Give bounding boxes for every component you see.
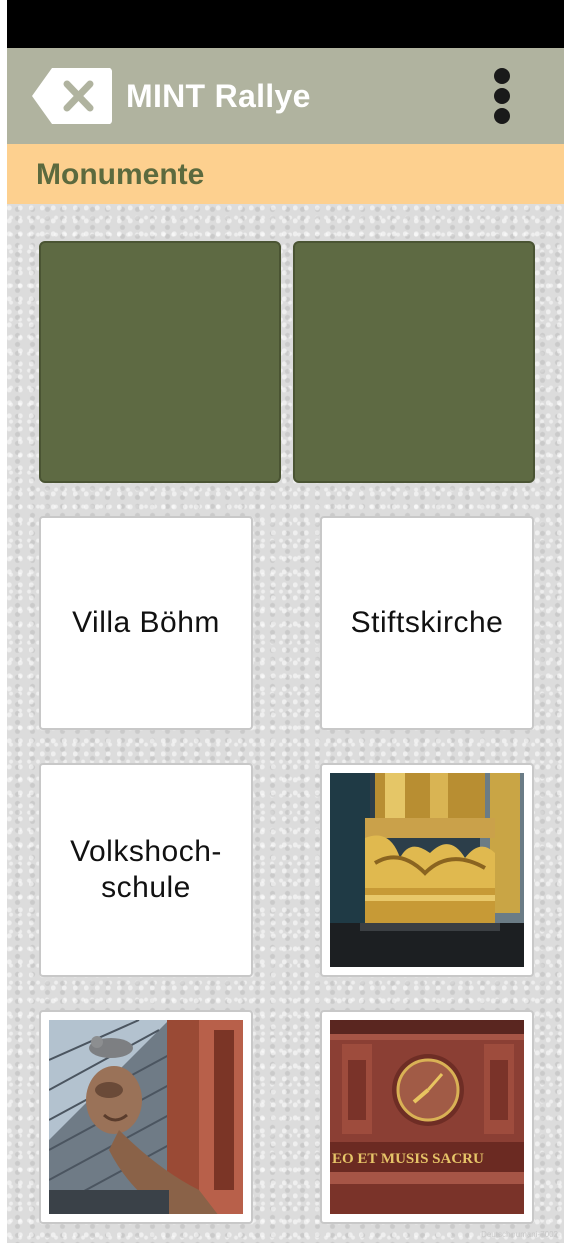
gargoyle-photo [49,1020,243,1214]
section-title: Monumente [36,158,205,191]
card-volkshochschule[interactable]: Volkshoch- schule [39,763,253,977]
card-villa-boehm[interactable]: Villa Böhm [39,516,253,730]
close-button[interactable] [32,66,113,126]
golden-ornament-photo [330,773,524,967]
green-tile-right[interactable] [293,241,535,483]
card-clock-tower[interactable]: EO ET MUSIS SACRU [320,1010,534,1224]
app-title: MINT Rallye [126,78,311,114]
more-vert-icon [494,68,510,84]
watermark: Deutsch-rumani-7002 [481,1230,558,1239]
card-label: Villa Böhm [72,606,220,639]
status-bar [7,0,564,48]
green-tile-left[interactable] [39,241,281,483]
overflow-menu-button[interactable] [482,64,522,128]
close-x-icon [32,68,113,124]
card-label: Volkshoch- schule [70,835,222,904]
card-gargoyle[interactable] [39,1010,253,1224]
card-label: Stiftskirche [350,606,504,639]
section-header: Monumente [7,144,564,204]
clock-tower-photo: EO ET MUSIS SACRU [330,1020,524,1214]
inscription-text: EO ET MUSIS SACRU [332,1151,484,1167]
card-stiftskirche[interactable]: Stiftskirche [320,516,534,730]
app-bar: MINT Rallye [7,48,564,144]
card-golden-ornament[interactable] [320,763,534,977]
content-area: Villa Böhm Stiftskirche Volkshoch- schul… [7,204,564,1243]
